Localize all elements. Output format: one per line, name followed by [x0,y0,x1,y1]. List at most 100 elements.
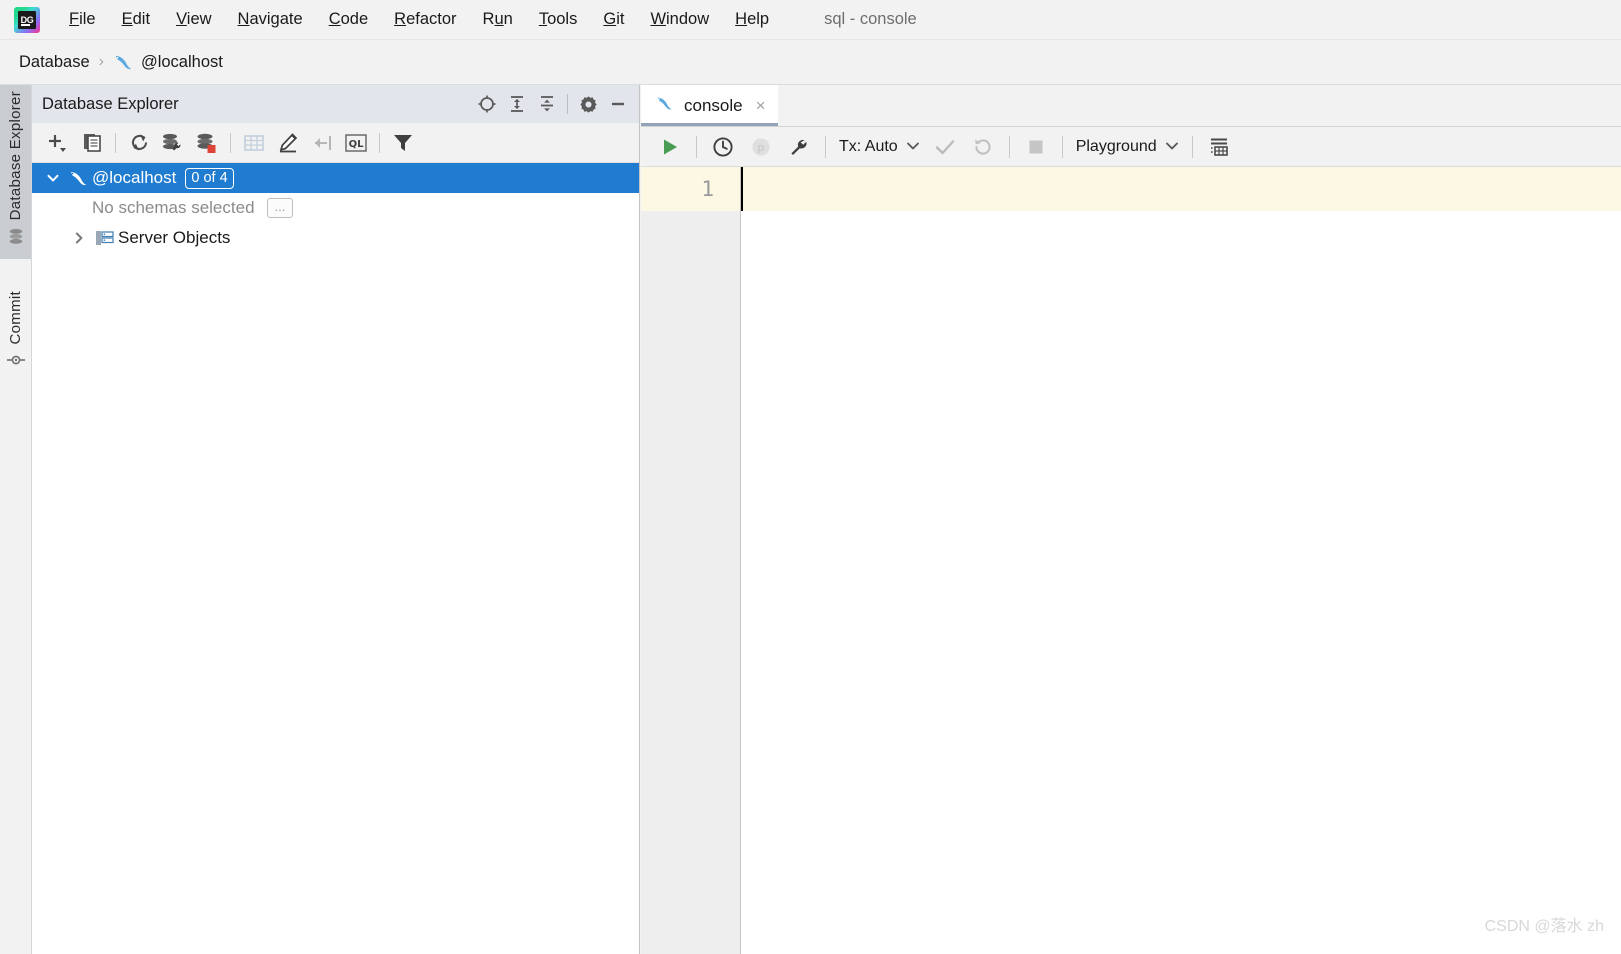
window-title: sql - console [824,10,917,28]
editor-tab-bar: console × [641,85,1621,127]
disconnect-database-icon[interactable] [190,128,224,158]
modify-icon[interactable] [271,128,305,158]
tx-mode-label: Tx: Auto [839,137,898,155]
execute-icon[interactable] [651,131,689,163]
add-data-source-icon[interactable] [41,128,75,158]
schema-selector-label: Playground [1075,137,1157,155]
collapse-all-icon[interactable] [532,89,562,119]
query-console-toolbar: p Tx: Auto Playground [641,127,1621,167]
menu-item-navigate[interactable]: Navigate [225,6,316,33]
run-toolbar-divider-4 [1061,135,1063,158]
database-icon [8,228,24,259]
open-table-icon [237,128,271,158]
data-source-properties-icon[interactable] [156,128,190,158]
editor-gutter[interactable]: 1 [641,167,741,954]
menu-bar: DG File Edit View Navigate Code Refactor… [0,0,1621,40]
datagrip-window: DG File Edit View Navigate Code Refactor… [0,0,1621,954]
commit-check-icon [926,131,964,163]
header-divider [567,94,568,114]
refresh-icon[interactable] [122,128,156,158]
duplicate-icon[interactable] [75,128,109,158]
current-line-highlight [741,167,1621,211]
breadcrumb-current[interactable]: @localhost [141,53,223,72]
sql-editor[interactable]: 1 [641,167,1621,954]
menu-item-refactor[interactable]: Refactor [381,6,469,33]
session-settings-wrench-icon[interactable] [780,131,818,163]
expand-all-icon[interactable] [502,89,532,119]
history-clock-icon[interactable] [704,131,742,163]
rollback-icon [964,131,1002,163]
watermark: CSDN @落水 zh [1484,918,1604,935]
breadcrumb-root[interactable]: Database [19,53,90,72]
gear-icon[interactable] [573,89,603,119]
menu-item-code[interactable]: Code [316,6,381,33]
choose-schemas-button[interactable]: ... [266,198,294,218]
no-schemas-label: No schemas selected [92,198,255,217]
database-explorer-title: Database Explorer [42,94,179,113]
jump-to-editor-icon [305,128,339,158]
run-toolbar-divider-3 [1008,135,1010,158]
toolbar-divider-2 [230,132,231,153]
menu-item-edit[interactable]: Edit [109,6,163,33]
editor-tab-console[interactable]: console × [641,85,778,126]
menu-item-file[interactable]: File [56,6,109,33]
minimize-icon[interactable] [603,89,633,119]
menu-item-tools[interactable]: Tools [526,6,591,33]
toolbar-divider-3 [379,132,380,153]
logo-underbar [21,23,30,26]
svg-text:QL: QL [349,139,365,150]
tx-mode-selector[interactable]: Tx: Auto [833,138,926,156]
stop-icon [1017,131,1055,163]
chevron-down-icon [1165,138,1179,156]
server-objects-icon [92,229,118,247]
menu-item-help[interactable]: Help [722,6,782,33]
tree-node-server-objects-label: Server Objects [118,228,231,247]
close-icon[interactable]: × [756,96,766,116]
tab-active-underline [641,123,778,126]
output-panel-icon[interactable] [1200,131,1238,163]
datagrip-logo-icon: DG [14,6,40,33]
run-toolbar-divider [696,135,697,158]
schema-selector[interactable]: Playground [1070,138,1185,156]
breadcrumb: Database › @localhost [0,40,1621,85]
menu-item-run[interactable]: Run [470,6,526,33]
mysql-dolphin-icon [655,94,675,117]
chevron-right-icon[interactable] [66,231,92,245]
database-tree: @localhost 0 of 4 No schemas selected ..… [32,163,639,253]
tree-node-datasource[interactable]: @localhost 0 of 4 [32,163,639,193]
menu-item-view[interactable]: View [163,6,224,33]
tool-button-database-explorer[interactable]: Database Explorer [0,85,31,260]
mysql-dolphin-icon [66,168,92,188]
tree-node-no-schemas: No schemas selected ... [32,193,639,223]
toolbar-divider [115,132,116,153]
database-explorer-panel: Database Explorer QL @localhost 0 of 4 N… [32,85,640,954]
parameters-icon: p [742,131,780,163]
editor-tab-console-label: console [684,95,743,115]
chevron-down-icon[interactable] [40,171,66,185]
svg-text:p: p [758,141,765,154]
query-language-icon[interactable]: QL [339,128,373,158]
tool-button-commit-label: Commit [7,291,24,345]
tool-button-database-explorer-label: Database Explorer [7,91,24,221]
filter-icon[interactable] [386,128,420,158]
tree-node-server-objects[interactable]: Server Objects [32,223,639,253]
editor-text-area[interactable] [741,167,1621,954]
left-tool-strip: Database Explorer Commit [0,85,32,954]
line-number-1: 1 [641,167,740,211]
locate-target-icon[interactable] [472,89,502,119]
run-toolbar-divider-5 [1191,135,1193,158]
tool-button-commit[interactable]: Commit [0,285,31,381]
logo-text: DG [18,10,36,29]
commit-icon [6,352,25,381]
mysql-dolphin-icon [113,52,135,72]
database-explorer-header: Database Explorer [32,85,639,123]
database-explorer-toolbar: QL [32,123,639,163]
breadcrumb-separator: › [98,53,104,70]
editor-area: console × p Tx: Auto Playground 1 CSDN @… [641,85,1621,954]
chevron-down-icon [906,138,920,156]
menu-item-window[interactable]: Window [637,6,722,33]
run-toolbar-divider-2 [825,135,826,158]
schema-count-badge: 0 of 4 [185,167,234,189]
text-caret [741,167,743,211]
menu-item-git[interactable]: Git [590,6,637,33]
